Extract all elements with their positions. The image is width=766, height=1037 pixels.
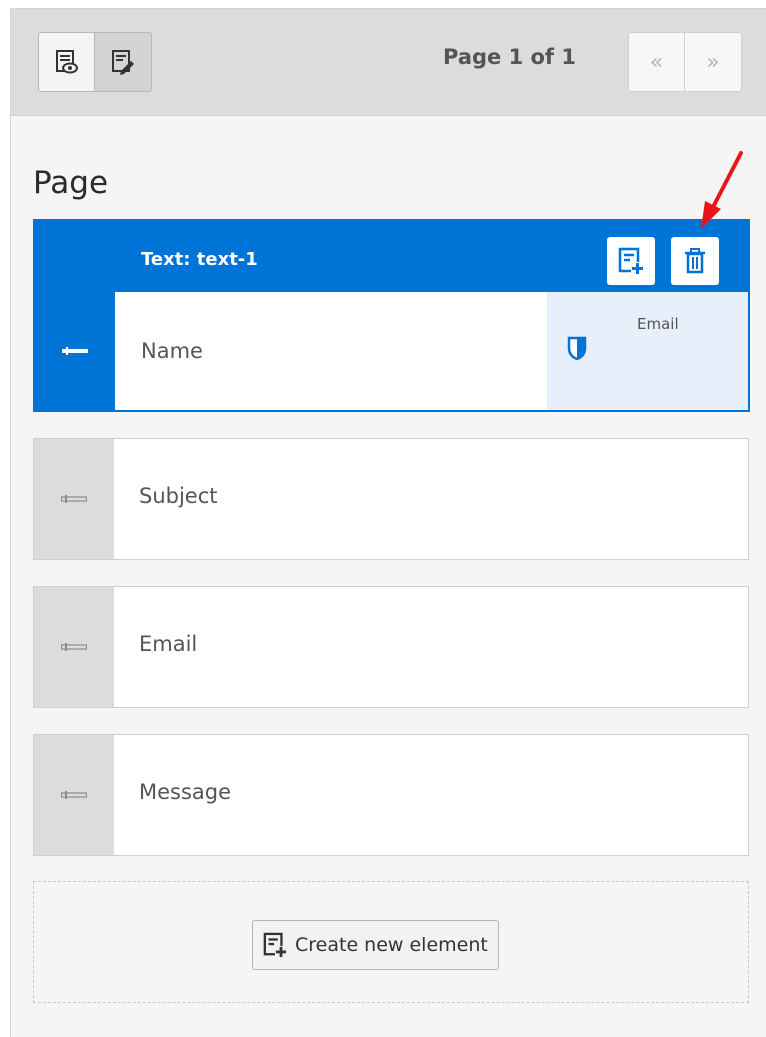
add-element-button[interactable] — [607, 237, 655, 285]
field-label: Name — [141, 339, 203, 363]
element-identifier: Text: text-1 — [141, 249, 258, 270]
text-field-icon — [61, 495, 87, 503]
field-label: Subject — [139, 484, 218, 508]
field-label: Message — [139, 780, 232, 804]
create-button-label: Create new element — [295, 934, 488, 956]
drag-handle[interactable] — [35, 292, 115, 410]
view-mode-group — [38, 32, 152, 92]
annotation-arrow — [701, 151, 743, 229]
edit-icon — [112, 50, 134, 75]
new-element-dropzone: Create new element — [33, 881, 749, 1003]
text-field-icon — [61, 791, 87, 799]
validator-panel: Email — [547, 292, 748, 410]
drag-handle[interactable] — [34, 587, 114, 707]
previous-page-button[interactable]: « — [628, 32, 685, 92]
add-element-icon — [618, 247, 644, 275]
pagination: « » — [628, 32, 742, 92]
delete-element-button[interactable] — [671, 237, 719, 285]
text-field-icon — [61, 643, 87, 651]
selected-form-element[interactable]: Text: text-1 Name Email — [33, 219, 750, 412]
form-element-message[interactable]: Message — [33, 734, 749, 856]
preview-icon — [55, 50, 78, 74]
next-page-button[interactable]: » — [685, 32, 742, 92]
drag-handle[interactable] — [34, 735, 114, 855]
create-new-element-button[interactable]: Create new element — [252, 920, 499, 970]
form-element-email[interactable]: Email — [33, 586, 749, 708]
trash-icon — [685, 248, 705, 274]
validator-label: Email — [637, 315, 679, 333]
add-element-icon — [263, 932, 287, 958]
drag-handle[interactable] — [34, 439, 114, 559]
toolbar: Page 1 of 1 « » — [11, 9, 766, 116]
field-label: Email — [139, 632, 198, 656]
form-element-subject[interactable]: Subject — [33, 438, 749, 560]
element-body: Name Email — [115, 292, 748, 410]
form-editor-panel: Page 1 of 1 « » Page Text: text-1 Name E… — [10, 8, 766, 1037]
page-indicator: Page 1 of 1 — [443, 45, 576, 69]
preview-mode-button[interactable] — [38, 32, 95, 92]
text-field-icon — [62, 347, 88, 355]
page-title: Page — [33, 165, 109, 201]
shield-icon — [567, 336, 587, 360]
edit-mode-button[interactable] — [95, 32, 152, 92]
